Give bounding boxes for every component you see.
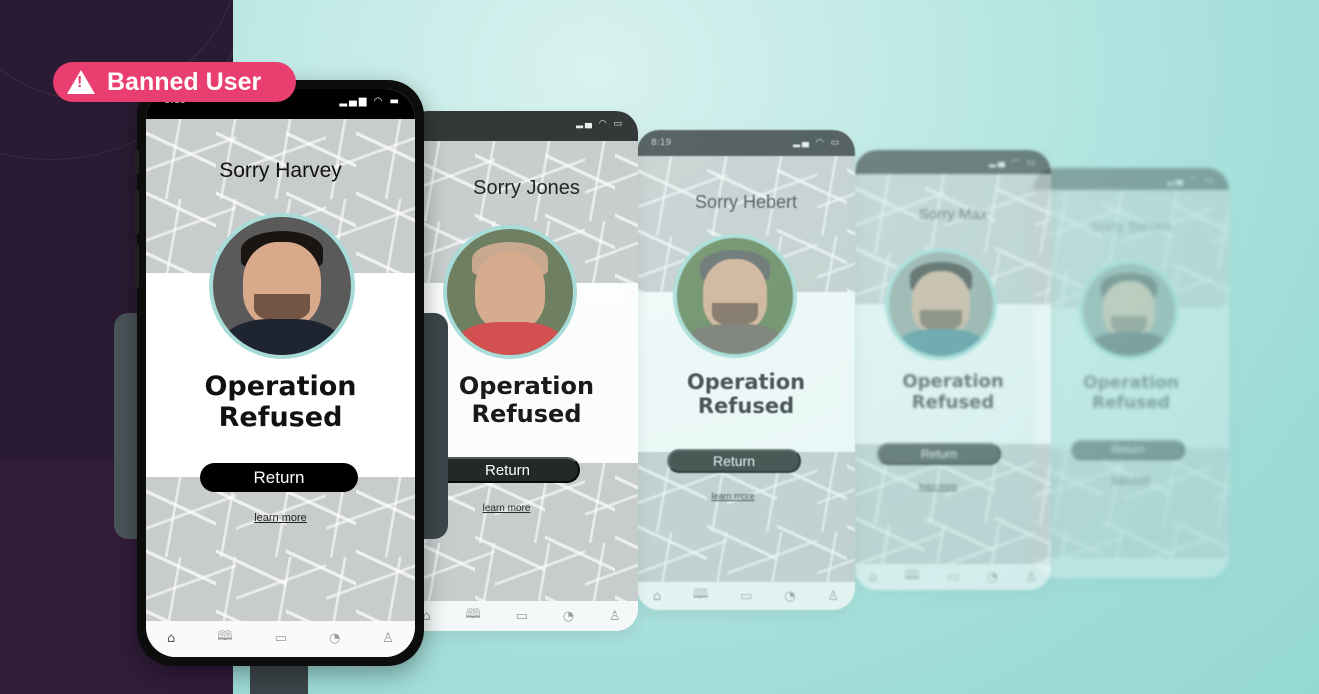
home-icon[interactable]: ⌂ bbox=[653, 589, 661, 604]
phone-screen: 8:19 ▂▄▆ ◠ ▬ Sorry Harvey Operation Refu… bbox=[146, 89, 415, 657]
badge-label: Banned User bbox=[107, 67, 262, 96]
user-icon[interactable]: ♙ bbox=[382, 631, 394, 646]
user-icon[interactable]: ♙ bbox=[609, 609, 621, 624]
user-avatar bbox=[1079, 260, 1179, 360]
phone-mockup-hebert: 8:19 ▂▄ ◠ ▭ Sorry Hebert Operation Refus… bbox=[637, 130, 855, 610]
chart-pie-icon[interactable]: ◔ bbox=[329, 631, 340, 646]
chart-pie-icon[interactable]: ◔ bbox=[987, 570, 998, 585]
wifi-icon: ◠ bbox=[373, 96, 385, 107]
status-bar: ▂▄ ◠ ▭ bbox=[1033, 168, 1229, 190]
greeting-text: Sorry Steven bbox=[1090, 218, 1172, 234]
user-icon[interactable]: ♙ bbox=[1026, 570, 1038, 585]
operation-refused-title: Operation Refused bbox=[1083, 373, 1179, 413]
tab-bar: ⌂ 🕮 ▭ ◔ ♙ bbox=[637, 582, 855, 610]
user-avatar bbox=[209, 213, 355, 359]
operation-refused-title: Operation Refused bbox=[902, 371, 1004, 413]
map-background bbox=[146, 477, 415, 621]
tab-bar: ⌂ 🕮 ▭ ◔ ♙ bbox=[405, 601, 638, 631]
learn-more-link[interactable]: learn more bbox=[146, 512, 415, 524]
greeting-text: Sorry Max bbox=[918, 206, 988, 223]
chart-pie-icon[interactable]: ◔ bbox=[563, 609, 574, 624]
book-icon[interactable]: 🕮 bbox=[693, 585, 708, 607]
home-icon[interactable]: ⌂ bbox=[167, 631, 175, 646]
operation-refused-title: Operation Refused bbox=[204, 371, 357, 434]
signal-icon: ▂▄▆ bbox=[339, 96, 369, 107]
user-avatar bbox=[443, 225, 577, 359]
chat-icon[interactable]: ▭ bbox=[275, 631, 287, 646]
learn-more-link[interactable]: learn more bbox=[855, 482, 1051, 491]
book-icon[interactable]: 🕮 bbox=[217, 627, 232, 649]
chat-icon[interactable]: ▭ bbox=[947, 570, 959, 585]
phone-mockup-steven: ▂▄ ◠ ▭ Sorry Steven Operation Refused Re… bbox=[1033, 168, 1229, 578]
phone-mockup-max: ▂▄ ◠ ▭ Sorry Max Operation Refused Retur… bbox=[855, 150, 1051, 590]
return-button[interactable]: Return bbox=[667, 449, 801, 473]
tab-bar: ⌂ 🕮 ▭ ◔ ♙ bbox=[855, 564, 1051, 590]
chart-pie-icon[interactable]: ◔ bbox=[784, 589, 795, 604]
warning-triangle-icon bbox=[67, 70, 95, 94]
return-button[interactable]: Return bbox=[877, 443, 1001, 465]
operation-refused-title: Operation Refused bbox=[686, 370, 806, 419]
greeting-text: Sorry Jones bbox=[473, 177, 580, 199]
status-bar: ▂▄ ◠ ▭ bbox=[855, 150, 1051, 174]
book-icon[interactable]: 🕮 bbox=[904, 566, 919, 588]
return-button[interactable]: Return bbox=[435, 457, 580, 483]
greeting-text: Sorry Hebert bbox=[694, 192, 798, 212]
user-avatar bbox=[673, 234, 797, 358]
learn-more-link[interactable]: learn more bbox=[637, 491, 855, 501]
home-icon[interactable]: ⌂ bbox=[869, 570, 877, 585]
book-icon[interactable]: 🕮 bbox=[465, 605, 480, 627]
status-bar: 8:19 ▂▄ ◠ ▭ bbox=[637, 130, 855, 156]
phone-holder-clamp-right bbox=[420, 313, 448, 539]
chat-icon[interactable]: ▭ bbox=[740, 589, 752, 604]
banned-user-badge: Banned User bbox=[53, 62, 296, 102]
tab-bar: ⌂ 🕮 ▭ ◔ ♙ bbox=[146, 621, 415, 657]
status-bar: ▂▄ ◠ ▭ bbox=[405, 111, 638, 141]
phone-mockup-harvey: 8:19 ▂▄▆ ◠ ▬ Sorry Harvey Operation Refu… bbox=[135, 80, 424, 666]
battery-icon: ▬ bbox=[389, 96, 401, 107]
learn-more-link[interactable]: learn more bbox=[1033, 475, 1229, 484]
user-icon[interactable]: ♙ bbox=[827, 589, 839, 604]
return-button[interactable]: Return bbox=[1071, 440, 1185, 460]
return-button[interactable]: Return bbox=[200, 463, 358, 492]
chat-icon[interactable]: ▭ bbox=[516, 609, 528, 624]
user-avatar bbox=[885, 248, 997, 360]
greeting-text: Sorry Harvey bbox=[219, 159, 342, 182]
